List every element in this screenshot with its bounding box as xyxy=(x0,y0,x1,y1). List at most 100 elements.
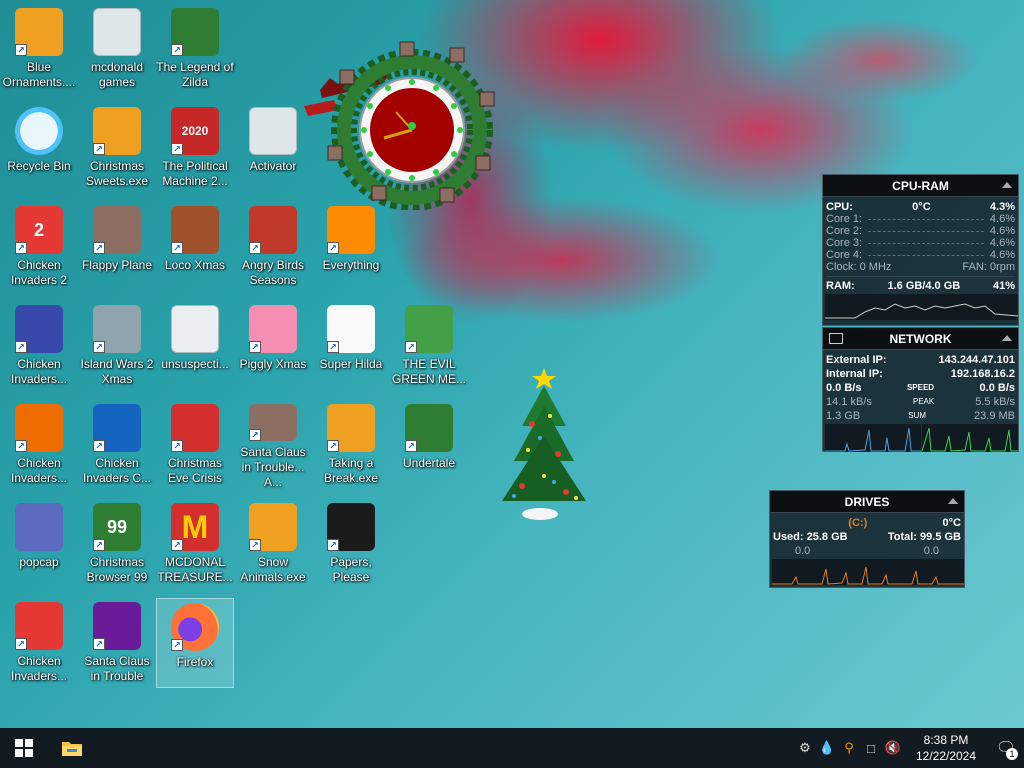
cpu-ram-title: CPU-RAM xyxy=(892,178,949,193)
island-wars-icon: ↗ xyxy=(93,305,141,353)
water-drop-icon[interactable]: 💧 xyxy=(816,728,838,768)
flappy-plane-icon: ↗ xyxy=(93,206,141,254)
sum-row: 1.3 GB SUM 23.9 MB xyxy=(823,410,1018,422)
desktop-icon-label: Papers, Please xyxy=(330,555,372,584)
desktop-icon[interactable]: ↗ The Legend of Zilda xyxy=(156,4,234,94)
internal-ip-value: 192.168.16.2 xyxy=(950,368,1015,380)
network-header: NETWORK xyxy=(823,328,1018,350)
file-explorer-icon xyxy=(62,742,82,756)
desktop-icon[interactable]: ↗ Loco Xmas xyxy=(156,202,234,292)
desktop-icon-label: Santa Claus in Trouble xyxy=(84,654,150,683)
volume-muted-icon[interactable]: 🔇 xyxy=(882,728,904,768)
desktop-icon[interactable]: 99 ↗ Christmas Browser 99 xyxy=(78,499,156,589)
pig-icon: ↗ xyxy=(249,305,297,353)
clock-time: 8:38 PM xyxy=(923,733,969,747)
desktop-icon[interactable]: ↗ Chicken Invaders C... xyxy=(78,400,156,490)
christmas-clock-gadget[interactable] xyxy=(300,30,520,211)
cpu-ram-header: CPU-RAM xyxy=(823,175,1018,197)
puzzle-exe-icon: ↗ xyxy=(93,107,141,155)
desktop-icon[interactable]: ↗ Super Hilda xyxy=(312,301,390,391)
external-ip-label: External IP: xyxy=(826,354,887,366)
angry-birds-icon: ↗ xyxy=(249,206,297,254)
core-value: 4.6% xyxy=(989,213,1015,225)
collapse-arrow-icon[interactable] xyxy=(1002,335,1012,341)
fan-label: FAN: 0rpm xyxy=(962,261,1015,273)
shortcut-arrow-icon: ↗ xyxy=(15,341,27,353)
windows-logo-icon xyxy=(15,739,33,757)
drive-write: 0.0 xyxy=(923,545,939,557)
desktop-icon[interactable]: ↗ Chicken Invaders... xyxy=(0,301,78,391)
collapse-arrow-icon[interactable] xyxy=(1002,182,1012,188)
desktop-icon[interactable]: ↗ Christmas Sweets.exe xyxy=(78,103,156,193)
desktop-icon[interactable]: ↗ Snow Animals.exe xyxy=(234,499,312,589)
shortcut-arrow-icon: ↗ xyxy=(249,539,261,551)
speed-down: 0.0 B/s xyxy=(826,382,862,394)
taskbar: ⚙ 💧 ⚲ □ 🔇 8:38 PM 12/22/2024 🗨 1 xyxy=(0,728,1024,768)
desktop-icon[interactable]: ↗ Taking a Break.exe xyxy=(312,400,390,490)
taskbar-clock[interactable]: 8:38 PM 12/22/2024 xyxy=(910,732,982,764)
desktop-icon[interactable]: ↗ Flappy Plane xyxy=(78,202,156,292)
desktop-icon[interactable]: ↗ Christmas Eve Crisis xyxy=(156,400,234,490)
shortcut-arrow-icon: ↗ xyxy=(93,440,105,452)
desktop-icon[interactable]: ↗ Chicken Invaders... xyxy=(0,598,78,688)
shortcut-arrow-icon: ↗ xyxy=(249,341,261,353)
desktop-icon[interactable]: ↗ Santa Claus in Trouble... A... xyxy=(234,400,312,490)
collapse-arrow-icon[interactable] xyxy=(948,498,958,504)
network-icon[interactable]: □ xyxy=(860,728,882,768)
network-user-icon[interactable]: ⚙ xyxy=(794,728,816,768)
desktop-icon[interactable]: ↗ Chicken Invaders... xyxy=(0,400,78,490)
chicken-invaders-icon: ↗ xyxy=(15,305,63,353)
desktop-icon[interactable]: M ↗ MCDONAL TREASURE... xyxy=(156,499,234,589)
desktop-icon-label: THE EVIL GREEN ME... xyxy=(391,357,466,386)
desktop-icon-label: MCDONAL TREASURE... xyxy=(157,555,233,584)
desktop-icon[interactable]: ↗ Papers, Please xyxy=(312,499,390,589)
internal-ip-label: Internal IP: xyxy=(826,368,883,380)
santa-icon: ↗ xyxy=(249,404,297,441)
desktop-icon[interactable]: ↗ Blue Ornaments.... xyxy=(0,4,78,94)
cpu-temp: 0°C xyxy=(912,201,931,213)
puzzle-exe-icon: ↗ xyxy=(327,404,375,452)
folder-icon xyxy=(93,8,141,56)
notification-center-button[interactable]: 🗨 1 xyxy=(988,728,1024,768)
speed-up: 0.0 B/s xyxy=(979,382,1015,394)
desktop-icon-label: Angry Birds Seasons xyxy=(241,258,305,287)
desktop-icon[interactable]: ↗ Firefox xyxy=(156,598,234,688)
desktop-icon[interactable]: Recycle Bin xyxy=(0,103,78,193)
christmas-tree-icon: 99 ↗ xyxy=(93,503,141,551)
core-value: 4.6% xyxy=(989,225,1015,237)
chicken-invaders-icon: ↗ xyxy=(15,404,63,452)
desktop-icon[interactable]: ↗ Undertale xyxy=(390,400,468,490)
search-everything-icon[interactable]: ⚲ xyxy=(838,728,860,768)
network-traffic-graph xyxy=(825,424,1018,452)
external-ip-value: 143.244.47.101 xyxy=(938,354,1015,366)
icon-badge: 99 xyxy=(106,516,128,537)
desktop-icon[interactable]: ↗ Santa Claus in Trouble xyxy=(78,598,156,688)
desktop-icon[interactable]: 2 ↗ Chicken Invaders 2 xyxy=(0,202,78,292)
desktop-icon[interactable]: popcap xyxy=(0,499,78,589)
puzzle-exe-icon: ↗ xyxy=(15,8,63,56)
drive-used: Used: 25.8 GB xyxy=(773,531,848,543)
shortcut-arrow-icon: ↗ xyxy=(327,440,339,452)
desktop-icon[interactable]: 2020 ↗ The Political Machine 2... xyxy=(156,103,234,193)
shortcut-arrow-icon: ↗ xyxy=(93,539,105,551)
file-explorer-button[interactable] xyxy=(48,728,96,768)
desktop-icon[interactable]: mcdonald games xyxy=(78,4,156,94)
desktop-icon-label: Chicken Invaders 2 xyxy=(10,258,68,287)
desktop-icon-label: Everything xyxy=(322,258,380,272)
messenger-icon: ↗ xyxy=(405,305,453,353)
shortcut-arrow-icon: ↗ xyxy=(171,539,183,551)
desktop-icon[interactable]: ↗ Angry Birds Seasons xyxy=(234,202,312,292)
desktop-icon-label: The Political Machine 2... xyxy=(162,159,228,188)
desktop-icon[interactable]: ↗ Island Wars 2 Xmas xyxy=(78,301,156,391)
desktop-icon[interactable]: ↗ Everything xyxy=(312,202,390,292)
start-button[interactable] xyxy=(0,728,48,768)
core-value: 4.6% xyxy=(989,237,1015,249)
desktop-icon-label: mcdonald games xyxy=(90,60,144,89)
desktop-icon[interactable]: unsuspecti... xyxy=(156,301,234,391)
desktop-icon[interactable]: ↗ Piggly Xmas xyxy=(234,301,312,391)
cpu-row: CPU: 0°C 4.3% xyxy=(823,201,1018,213)
desktop-icon[interactable]: ↗ THE EVIL GREEN ME... xyxy=(390,301,468,391)
desktop-icon-label: Chicken Invaders C... xyxy=(82,456,152,485)
shortcut-arrow-icon: ↗ xyxy=(15,440,27,452)
core-label: Core 3: xyxy=(826,237,863,249)
